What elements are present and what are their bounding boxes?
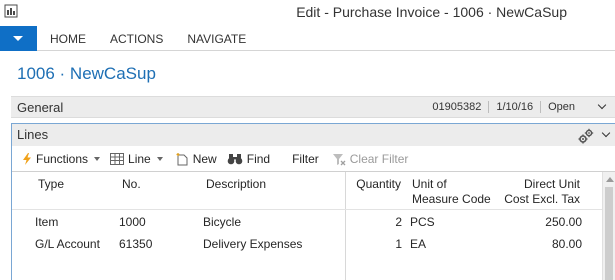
column-header-cost-line1: Direct Unit	[523, 177, 580, 191]
caret-down-icon	[13, 36, 23, 41]
cell-no[interactable]: 1000	[119, 215, 146, 229]
clear-filter-button[interactable]: Clear Filter	[332, 148, 409, 170]
cell-direct-unit-cost[interactable]: 250.00	[494, 215, 582, 229]
general-fasttab-label: General	[17, 100, 64, 115]
column-header-quantity[interactable]: Quantity	[342, 177, 401, 192]
find-button[interactable]: Find	[227, 148, 270, 170]
scrollbar-thumb[interactable]	[605, 187, 613, 280]
column-header-direct-unit-cost[interactable]: Direct Unit Cost Excl. Tax	[494, 177, 580, 207]
new-document-icon	[176, 153, 188, 166]
grid-icon	[110, 153, 125, 165]
line-label: Line	[128, 152, 151, 166]
summary-date: 1/10/16	[496, 101, 534, 113]
column-header-uom[interactable]: Unit of Measure Code	[412, 177, 502, 207]
application-menu-button[interactable]	[0, 26, 37, 51]
column-header-cost-line2: Cost Excl. Tax	[504, 192, 580, 206]
lightning-icon	[23, 153, 31, 165]
tab-actions[interactable]: ACTIONS	[98, 26, 175, 51]
new-label: New	[192, 152, 217, 166]
lines-grid: Type No. Description Quantity Unit of Me…	[12, 171, 615, 280]
column-header-description[interactable]: Description	[206, 177, 266, 192]
cell-quantity[interactable]: 2	[342, 215, 402, 229]
tab-navigate[interactable]: NAVIGATE	[175, 26, 258, 51]
vertical-scrollbar[interactable]	[602, 172, 615, 280]
filter-label: Filter	[292, 152, 319, 166]
lines-header[interactable]: Lines	[12, 124, 615, 146]
scroll-up-icon[interactable]	[606, 177, 614, 182]
cell-type[interactable]: G/L Account	[35, 237, 100, 251]
cell-uom[interactable]: PCS	[410, 215, 435, 229]
general-summary: 01905382 1/10/16 Open	[432, 100, 607, 113]
filter-button[interactable]: Filter	[292, 148, 319, 170]
cell-no[interactable]: 61350	[119, 237, 152, 251]
functions-label: Functions	[36, 152, 89, 166]
ribbon-tabs: HOME ACTIONS NAVIGATE	[37, 26, 258, 51]
dropdown-arrow-icon	[94, 157, 101, 161]
ribbon: HOME ACTIONS NAVIGATE	[0, 26, 615, 51]
column-header-type[interactable]: Type	[38, 177, 64, 192]
table-row[interactable]: Item 1000 Bicycle 2 PCS 250.00	[12, 210, 602, 232]
general-fasttab[interactable]: General 01905382 1/10/16 Open	[11, 96, 615, 118]
cell-description[interactable]: Bicycle	[203, 215, 241, 229]
lines-toolbar: Functions Line New Find Filter Clear Fil…	[12, 148, 615, 170]
column-header-uom-line2: Measure Code	[412, 192, 491, 206]
clear-filter-label: Clear Filter	[349, 152, 409, 166]
summary-vendor-no: 01905382	[432, 101, 482, 113]
functions-menu-button[interactable]: Functions	[22, 148, 101, 170]
dropdown-arrow-icon	[156, 157, 163, 161]
cell-quantity[interactable]: 1	[342, 237, 402, 251]
cell-uom[interactable]: EA	[410, 237, 426, 251]
find-label: Find	[246, 152, 271, 166]
page-title: 1006 · NewCaSup	[17, 64, 156, 83]
window-title: Edit - Purchase Invoice - 1006 · NewCaSu…	[296, 4, 567, 20]
divider	[540, 101, 542, 113]
summary-status: Open	[548, 101, 575, 113]
clear-filter-icon	[332, 153, 346, 165]
lines-part: Lines Functions Line New Find Filter Cle…	[11, 123, 615, 280]
new-button[interactable]: New	[175, 148, 217, 170]
tab-home[interactable]: HOME	[37, 26, 98, 51]
title-bar: Edit - Purchase Invoice - 1006 · NewCaSu…	[0, 0, 615, 25]
cell-description[interactable]: Delivery Expenses	[203, 237, 302, 251]
column-header-no[interactable]: No.	[122, 177, 141, 192]
table-row[interactable]: G/L Account 61350 Delivery Expenses 1 EA…	[12, 232, 602, 254]
line-menu-button[interactable]: Line	[110, 148, 163, 170]
chevron-down-icon[interactable]	[601, 128, 611, 138]
lines-label: Lines	[17, 127, 49, 142]
cell-direct-unit-cost[interactable]: 80.00	[494, 237, 582, 251]
column-header-uom-line1: Unit of	[412, 177, 447, 191]
binoculars-icon	[227, 154, 243, 165]
divider	[488, 101, 490, 113]
cell-type[interactable]: Item	[35, 215, 58, 229]
chevron-down-icon[interactable]	[597, 100, 607, 110]
customize-gear-icon[interactable]	[578, 128, 594, 144]
